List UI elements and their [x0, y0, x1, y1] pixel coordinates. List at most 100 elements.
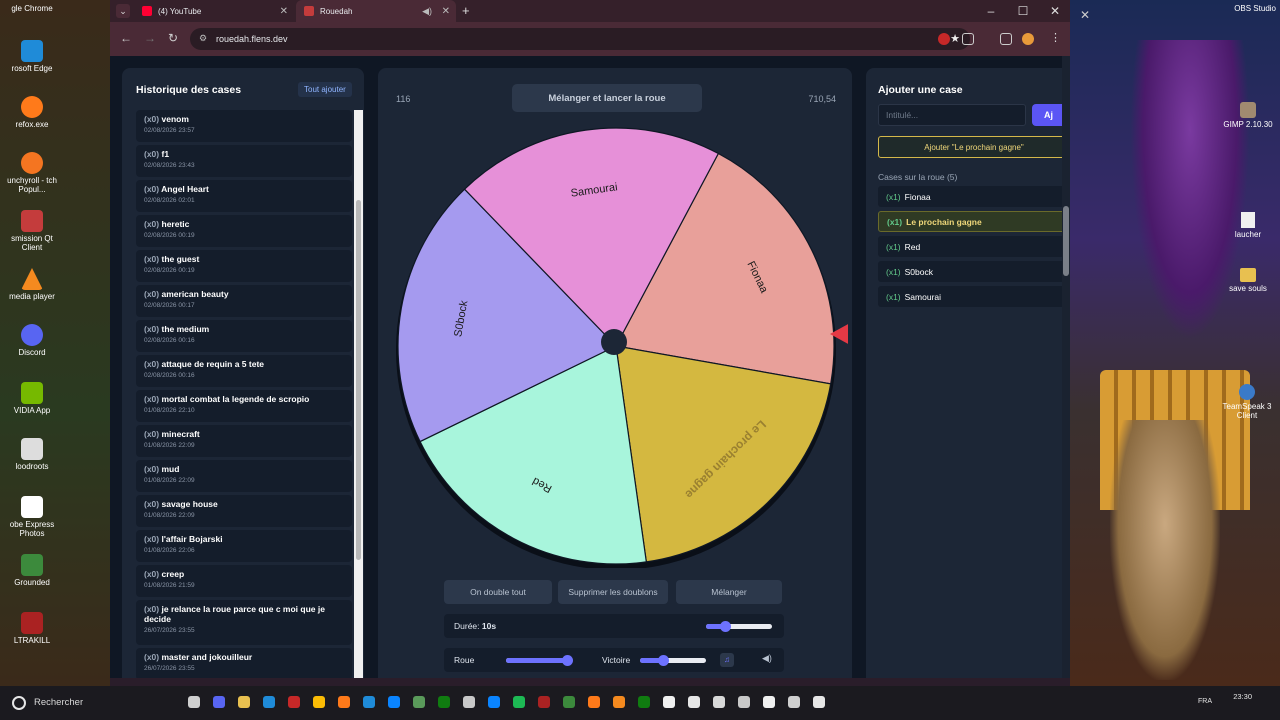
excel-icon[interactable]	[638, 696, 650, 708]
desktop-icon-obs[interactable]: OBS Studio	[1234, 4, 1276, 13]
case-title-input[interactable]	[878, 104, 1026, 126]
page-scrollbar[interactable]	[1062, 56, 1070, 678]
discord-icon[interactable]	[213, 696, 225, 708]
shuffle-button[interactable]: Mélanger	[676, 580, 782, 604]
new-tab-plus-icon[interactable]: +	[462, 3, 470, 18]
victory-volume-slider[interactable]	[640, 655, 706, 666]
history-item[interactable]: (x0) the guest 02/08/2026 00:19	[136, 250, 352, 282]
app-icon[interactable]	[788, 696, 800, 708]
app-icon[interactable]	[588, 696, 600, 708]
bookmark-star-icon[interactable]: ★	[950, 32, 960, 45]
xbox-icon[interactable]	[438, 696, 450, 708]
extensions-puzzle-icon[interactable]	[962, 33, 974, 45]
case-item[interactable]: (x1) Red	[878, 236, 1070, 257]
history-item[interactable]: (x0) venom 02/08/2026 23:57	[136, 110, 352, 142]
extension-red-icon[interactable]	[938, 33, 950, 45]
language-indicator[interactable]: FRA	[1198, 698, 1212, 705]
url-field[interactable]: ⚙ rouedah.flens.dev ★	[190, 28, 970, 50]
history-item[interactable]: (x0) savage house 01/08/2026 22:09	[136, 495, 352, 527]
desktop-icon-edge[interactable]: rosoft Edge	[0, 40, 64, 73]
desktop-icon-gimp[interactable]: GIMP 2.10.30	[1220, 102, 1276, 129]
history-item[interactable]: (x0) attaque de requin a 5 tete 02/08/202…	[136, 355, 352, 387]
site-info-icon[interactable]: ⚙	[199, 33, 207, 44]
spotify-icon[interactable]	[513, 696, 525, 708]
store-icon[interactable]	[263, 696, 275, 708]
app-icon[interactable]	[288, 696, 300, 708]
firefox-icon[interactable]	[338, 696, 350, 708]
history-item[interactable]: (x0) master and jokouilleur 26/07/2026 23…	[136, 648, 352, 678]
wheel-volume-slider[interactable]	[506, 655, 573, 666]
minimize-icon[interactable]: –	[976, 0, 1006, 22]
desktop-icon-chrome[interactable]: gle Chrome	[0, 4, 64, 13]
avatar[interactable]	[1022, 33, 1034, 45]
edge-icon[interactable]	[363, 696, 375, 708]
desktop-icon-firefox[interactable]: refox.exe	[0, 96, 64, 129]
spin-button[interactable]: Mélanger et lancer la roue	[512, 84, 702, 112]
close-icon[interactable]: ✕	[442, 6, 450, 17]
app-icon[interactable]	[738, 696, 750, 708]
slider-knob[interactable]	[720, 621, 731, 632]
taskbar-search[interactable]: Rechercher	[28, 690, 89, 715]
music-note-icon[interactable]: ♫	[720, 653, 734, 667]
history-item[interactable]: (x0) heretic 02/08/2026 00:19	[136, 215, 352, 247]
search-icon[interactable]	[12, 696, 26, 710]
history-scrollbar[interactable]	[354, 110, 363, 678]
app-icon[interactable]	[538, 696, 550, 708]
desktop-icon-transmission[interactable]: smission Qt Client	[0, 210, 64, 252]
history-item[interactable]: (x0) mud 01/08/2026 22:09	[136, 460, 352, 492]
history-list[interactable]: (x0) venom 02/08/2026 23:57 (x0) f1 02/08/2…	[136, 110, 352, 678]
desktop-icon-ultrakill[interactable]: LTRAKILL	[0, 612, 64, 645]
chrome-icon[interactable]	[313, 696, 325, 708]
desktop-icon-teamspeak[interactable]: TeamSpeak 3 Client	[1216, 384, 1278, 420]
slider-knob[interactable]	[658, 655, 669, 666]
case-item[interactable]: (x1) Le prochain gagne	[878, 211, 1070, 232]
desktop-icon-grounded[interactable]: Grounded	[0, 554, 64, 587]
close-icon[interactable]: ✕	[1070, 0, 1100, 30]
wheel[interactable]: FionaaLe prochain gagneRedS0bockSamourai	[388, 118, 848, 568]
back-arrow-icon[interactable]: ←	[120, 31, 132, 45]
desktop-icon-bloodroots[interactable]: loodroots	[0, 438, 64, 471]
app-icon[interactable]	[388, 696, 400, 708]
history-item[interactable]: (x0) the medium 02/08/2026 00:16	[136, 320, 352, 352]
history-item[interactable]: (x0) l'affair Bojarski 01/08/2026 22:06	[136, 530, 352, 562]
menu-kebab-icon[interactable]: ⋮	[1050, 31, 1061, 44]
case-item[interactable]: (x1) S0bock	[878, 261, 1070, 282]
app-icon[interactable]	[688, 696, 700, 708]
desktop-icon-discord[interactable]: Discord	[0, 324, 64, 357]
task-view-icon[interactable]	[188, 696, 200, 708]
add-next-winner-button[interactable]: Ajouter "Le prochain gagne"	[878, 136, 1070, 158]
history-item[interactable]: (x0) american beauty 02/08/2026 00:17	[136, 285, 352, 317]
tab-youtube[interactable]: (4) YouTube ✕	[134, 0, 294, 22]
folder-icon[interactable]	[238, 696, 250, 708]
reading-list-icon[interactable]	[1000, 33, 1012, 45]
tab-rouedah[interactable]: Rouedah ◀) ✕	[296, 0, 456, 22]
app-icon[interactable]	[663, 696, 675, 708]
desktop-icon-save-souls[interactable]: save souls	[1220, 268, 1276, 293]
case-item[interactable]: (x1) Fionaa	[878, 186, 1070, 207]
history-item[interactable]: (x0) f1 02/08/2026 23:43	[136, 145, 352, 177]
app-icon[interactable]	[813, 696, 825, 708]
remove-duplicates-button[interactable]: Supprimer les doublons	[558, 580, 668, 604]
duration-slider[interactable]	[706, 621, 772, 632]
reload-icon[interactable]: ↻	[168, 31, 178, 45]
scrollbar-thumb[interactable]	[1063, 206, 1069, 276]
speaker-icon[interactable]: ◀)	[422, 6, 432, 17]
desktop-icon-vlc[interactable]: media player	[0, 268, 64, 301]
desktop-icon-nvidia[interactable]: VIDIA App	[0, 382, 64, 415]
history-item[interactable]: (x0) mortal combat la legende de scropio…	[136, 390, 352, 422]
case-item[interactable]: (x1) Samourai	[878, 286, 1070, 307]
clock[interactable]: 23:30	[1233, 692, 1252, 701]
desktop-icon-laucher[interactable]: laucher	[1220, 212, 1276, 239]
steam-icon[interactable]	[713, 696, 725, 708]
vlc-icon[interactable]	[613, 696, 625, 708]
app-icon[interactable]	[413, 696, 425, 708]
double-all-button[interactable]: On double tout	[444, 580, 552, 604]
close-window-icon[interactable]: ✕	[1040, 0, 1070, 22]
maximize-icon[interactable]: ☐	[1008, 0, 1038, 22]
add-all-button[interactable]: Tout ajouter	[298, 82, 352, 97]
history-item[interactable]: (x0) minecraft 01/08/2026 22:09	[136, 425, 352, 457]
app-icon[interactable]	[488, 696, 500, 708]
speaker-icon[interactable]: ◀)	[762, 653, 772, 664]
desktop-icon-adobe-express[interactable]: obe Express Photos	[0, 496, 64, 538]
tab-list-chevron-icon[interactable]: ⌄	[116, 4, 130, 18]
